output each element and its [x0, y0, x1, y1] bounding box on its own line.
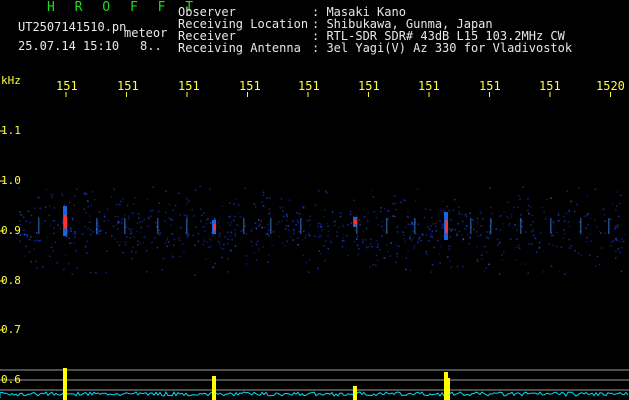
echo-trace	[414, 218, 416, 234]
echo-trace	[490, 218, 492, 234]
file-name: UT2507141510.pn	[18, 20, 127, 34]
echo-trace	[520, 218, 522, 234]
meteor-count: 8..	[140, 39, 162, 53]
y-tick-3: 0.9	[1, 224, 21, 237]
echo-trace	[300, 218, 302, 234]
echo-trace	[580, 218, 582, 234]
meteor-bar	[212, 376, 216, 400]
echo-trace	[124, 218, 126, 234]
x-tick-1: 151	[56, 79, 78, 93]
meteor-bar	[63, 368, 67, 400]
y-tick-6: 0.6	[1, 373, 21, 386]
meteor-bar	[353, 386, 357, 400]
y-tick-5: 0.7	[1, 323, 21, 336]
x-tick-7: 151	[418, 79, 440, 93]
x-tick-10: 1520	[596, 79, 625, 93]
echo-trace	[96, 218, 98, 234]
app-title: H R O F F T	[47, 0, 200, 15]
noise-band	[18, 185, 626, 276]
y-tick-4: 0.8	[1, 274, 21, 287]
echo-trace	[386, 218, 388, 234]
noise-trace	[0, 391, 629, 398]
spectrogram	[0, 92, 629, 400]
y-tick-2: 1.0	[1, 174, 21, 187]
file-type: meteor	[124, 26, 168, 40]
meteor-echo	[445, 220, 448, 233]
x-tick-6: 151	[358, 79, 380, 93]
echo-trace	[470, 218, 472, 234]
echo-trace	[38, 218, 40, 234]
meteor-bar	[446, 378, 450, 400]
echo-trace	[157, 218, 159, 234]
x-tick-2: 151	[117, 79, 139, 93]
x-tick-5: 151	[298, 79, 320, 93]
meteor-echo	[64, 215, 67, 229]
echo-trace	[608, 218, 610, 234]
x-tick-9: 151	[539, 79, 561, 93]
echo-trace	[550, 218, 552, 234]
date-time: 25.07.14 15:10	[18, 39, 120, 53]
echo-trace	[270, 218, 272, 234]
meteor-echo	[213, 224, 216, 231]
echo-trace	[243, 218, 245, 234]
antenna-label: Receiving Antenna	[178, 41, 301, 55]
x-tick-4: 151	[239, 79, 261, 93]
y-axis-unit: kHz	[1, 74, 21, 87]
antenna-value: : 3el Yagi(V) Az 330 for Vladivostok	[312, 41, 573, 55]
y-tick-1: 1.1	[1, 124, 21, 137]
x-tick-8: 151	[479, 79, 501, 93]
echo-trace	[186, 218, 188, 234]
x-tick-3: 151	[178, 79, 200, 93]
meteor-echo	[354, 220, 357, 225]
